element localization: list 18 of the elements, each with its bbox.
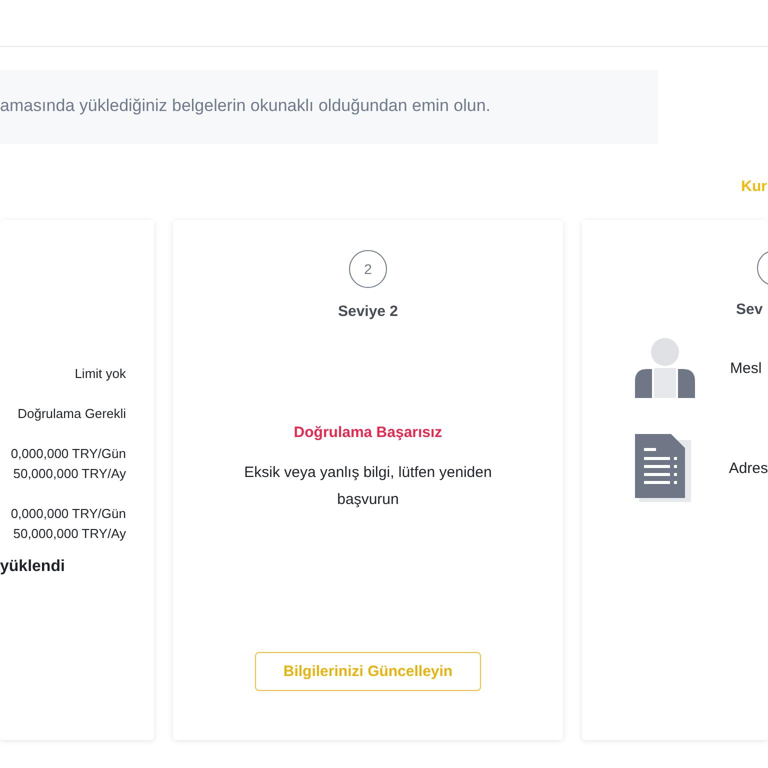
level-title: Sev <box>736 301 764 318</box>
status-text: yüklendi <box>0 558 65 576</box>
status-text: Doğrulama Başarısız <box>294 424 442 441</box>
limit-text: Doğrulama Gerekli <box>18 405 126 423</box>
limit-text: Limit yok <box>74 365 126 383</box>
limit-text: 50,000,000 TRY/Ay <box>13 465 126 483</box>
notice-text: amasında yüklediğiniz belgelerin okunaklı olduğundan emin olun. <box>0 96 490 116</box>
limit-text: 50,000,000 TRY/Ay <box>13 525 126 543</box>
limit-text: 0,000,000 TRY/Gün <box>10 505 126 523</box>
update-button[interactable]: Bilgilerinizi Güncelleyin <box>255 652 481 691</box>
requirement-label: Adres <box>728 460 768 476</box>
message-text: Eksik veya yanlış bilgi, lütfen yeniden başvurun <box>243 463 493 510</box>
person-icon <box>632 335 698 401</box>
requirement-label: Mesl <box>730 360 762 376</box>
link[interactable]: Kur <box>741 178 767 198</box>
level-title: Seviye 2 <box>338 303 398 320</box>
limit-text: 0,000,000 TRY/Gün <box>10 445 126 463</box>
step-badge: 2 <box>349 250 387 288</box>
